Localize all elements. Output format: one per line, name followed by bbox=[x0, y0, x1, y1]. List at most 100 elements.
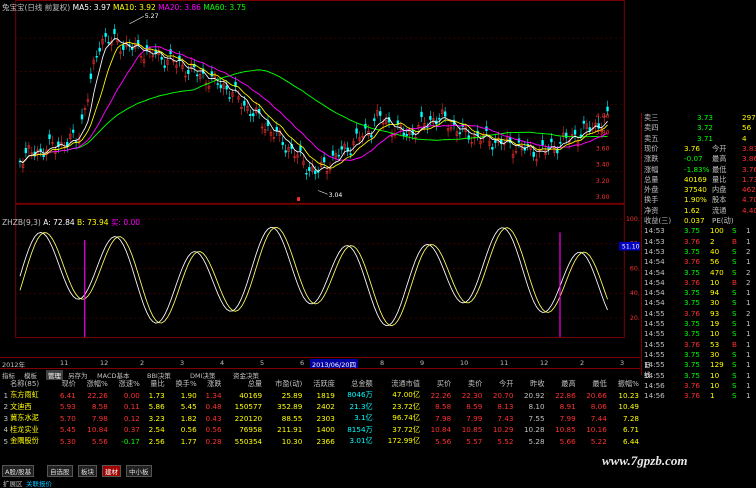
column-header[interactable]: 涨速% bbox=[109, 378, 141, 390]
tick-price: 3.75 bbox=[684, 370, 701, 380]
candle-body bbox=[122, 44, 125, 50]
bottom-tab[interactable]: 中小板 bbox=[126, 465, 152, 477]
table-cell: 8.13 bbox=[497, 402, 514, 412]
column-header[interactable]: 名称(85) bbox=[9, 378, 52, 390]
order-book-panel: 卖三 3.73 297 卖四 3.72 56 卖五 3.71 4 现价 3.76 今开 3.83 涨跌 -0… bbox=[641, 113, 756, 400]
table-cell: 0.48 bbox=[205, 402, 222, 412]
candle-body bbox=[104, 33, 107, 37]
tick-time: 14:55 bbox=[644, 339, 665, 349]
table-cell: 22.30 bbox=[461, 390, 483, 400]
bottom-tab[interactable]: 自选股 bbox=[47, 465, 73, 477]
quote-label: 总量 bbox=[644, 174, 659, 184]
tick-side: S bbox=[732, 308, 737, 318]
time-axis: 2012年11122345678910111223 2013/06/20四 日线 bbox=[0, 357, 651, 379]
table-cell: 2 bbox=[3, 402, 9, 412]
indicator-tick: 20.00 bbox=[630, 315, 640, 322]
table-cell: -0.17 bbox=[121, 436, 140, 446]
tick-volume: 10 bbox=[710, 370, 720, 380]
table-cell: 2366 bbox=[316, 436, 335, 446]
main-chart[interactable]: 5.27 3.04 4.00 3.80 3.60 3.40 3.20 3.00 100.0… bbox=[0, 0, 640, 340]
stock-list-table: 名称(85) 现价 涨幅% 涨速% 量比 换手% 涨跌 总量 市盈(动) 活跃度 总金额 流通市值 买价… bbox=[0, 378, 640, 447]
ma10-label: MA10: 3.92 bbox=[113, 3, 156, 12]
column-header[interactable]: 振幅% bbox=[608, 378, 640, 390]
tick-time: 14:55 bbox=[644, 329, 665, 339]
table-cell: 8.91 bbox=[559, 402, 576, 412]
column-header[interactable]: 昨收 bbox=[514, 378, 545, 390]
table-cell: 5.66 bbox=[559, 436, 576, 446]
candle-body bbox=[314, 170, 317, 174]
column-header[interactable]: 今开 bbox=[483, 378, 514, 390]
column-header[interactable]: 最高 bbox=[546, 378, 577, 390]
side-row: 卖四 3.72 56 bbox=[642, 123, 756, 134]
ask-label: 卖五 bbox=[644, 133, 659, 143]
candle-body bbox=[219, 84, 222, 89]
table-row[interactable]: 5 金隅股份 5.30 5.56 -0.17 2.56 1.77 0.28 550354 10.3… bbox=[0, 436, 640, 448]
tick-time: 14:55 bbox=[644, 319, 665, 328]
tick-time: 14:54 bbox=[644, 267, 665, 277]
indicator-b-label: B: 73.94 bbox=[77, 218, 109, 227]
table-cell: 10.28 bbox=[523, 425, 545, 435]
table-cell: 10.84 bbox=[87, 425, 108, 435]
column-header[interactable]: 换手% bbox=[166, 378, 198, 390]
side-row: 14:54 3.75 30 S 1 bbox=[642, 298, 756, 309]
table-cell: 2.54 bbox=[148, 425, 165, 435]
table-cell: 20.66 bbox=[586, 390, 607, 400]
table-cell: 桂龙实业 bbox=[10, 424, 39, 434]
column-header[interactable]: 涨跌 bbox=[198, 378, 223, 390]
column-header[interactable]: 卖价 bbox=[452, 378, 483, 390]
tick-count: 1 bbox=[746, 319, 751, 328]
table-row[interactable]: 3 冀东水泥 5.70 7.98 0.12 3.23 1.82 0.43 220120 88.55… bbox=[0, 413, 640, 425]
table-cell: 1.82 bbox=[180, 413, 197, 423]
price-tick: 4.00 bbox=[596, 113, 610, 120]
table-row[interactable]: 4 桂龙实业 5.45 10.84 0.37 2.54 0.56 0.56 76958 211.9… bbox=[0, 424, 640, 436]
bottom-tab[interactable]: 板块 bbox=[78, 465, 97, 477]
column-header[interactable]: 现价 bbox=[52, 378, 77, 390]
table-cell: 1.77 bbox=[180, 436, 197, 446]
indicator-tick: 60.00 bbox=[630, 265, 640, 272]
tick-side: S bbox=[732, 329, 737, 339]
candle-body bbox=[136, 39, 140, 45]
tick-volume: 94 bbox=[710, 288, 720, 298]
side-row: 涨跌 -0.07 最高 3.86 bbox=[642, 154, 756, 165]
column-header[interactable]: 流通市值 bbox=[374, 378, 421, 390]
side-row: 14:54 3.75 470 S 2 bbox=[642, 268, 756, 279]
tick-volume: 40 bbox=[710, 246, 720, 256]
quote-label: 换手 bbox=[644, 195, 659, 205]
table-row[interactable]: 2 文迪西 5.93 8.58 0.11 5.86 5.45 0.48 150577 352.89… bbox=[0, 401, 640, 413]
side-row: 14:55 3.76 93 S 2 bbox=[642, 309, 756, 320]
column-header[interactable]: 买价 bbox=[421, 378, 452, 390]
column-header[interactable] bbox=[0, 378, 9, 390]
table-cell: 7.55 bbox=[528, 413, 545, 423]
table-cell: 10.85 bbox=[461, 425, 483, 435]
table-cell: 220120 bbox=[234, 413, 263, 423]
column-header[interactable]: 总量 bbox=[223, 378, 264, 390]
tick-volume: 30 bbox=[710, 298, 720, 308]
column-header[interactable]: 量比 bbox=[141, 378, 166, 390]
table-cell: 7.43 bbox=[497, 413, 514, 423]
high-mark-label: 5.27 bbox=[145, 13, 159, 20]
column-header[interactable]: 市盈(动) bbox=[263, 378, 303, 390]
candle-body bbox=[420, 111, 423, 118]
tick-volume: 129 bbox=[710, 360, 724, 370]
bottom-tab[interactable]: A股/股基 bbox=[2, 465, 35, 477]
tick-time: 14:53 bbox=[644, 226, 665, 236]
column-header[interactable]: 总金额 bbox=[336, 378, 374, 390]
table-row[interactable]: 1 东方雨虹 6.41 22.26 0.00 1.73 1.90 1.34 40169 25.89… bbox=[0, 390, 640, 402]
tick-volume: 93 bbox=[710, 308, 720, 318]
column-header[interactable]: 活跃度 bbox=[303, 378, 336, 390]
bottom-tab[interactable]: 建材 bbox=[102, 465, 121, 477]
table-cell: 8154万 bbox=[347, 424, 373, 434]
column-header[interactable]: 最低 bbox=[577, 378, 608, 390]
quote-label: 外盘 bbox=[644, 185, 659, 195]
tick-count: 1 bbox=[746, 226, 751, 236]
side-row: 14:54 3.76 56 S 1 bbox=[642, 257, 756, 268]
indicator-title: ZHZB(9,3) bbox=[2, 218, 41, 227]
column-header[interactable]: 涨幅% bbox=[77, 378, 109, 390]
tick-count: 2 bbox=[746, 267, 751, 277]
side-row: 14:55 3.75 10 S 1 bbox=[642, 329, 756, 340]
ask-volume: 297 bbox=[742, 113, 756, 122]
side-row: 卖三 3.73 297 bbox=[642, 113, 756, 124]
table-cell: 8046万 bbox=[347, 390, 373, 400]
tick-count: 2 bbox=[746, 277, 751, 287]
candle-body bbox=[107, 41, 110, 44]
